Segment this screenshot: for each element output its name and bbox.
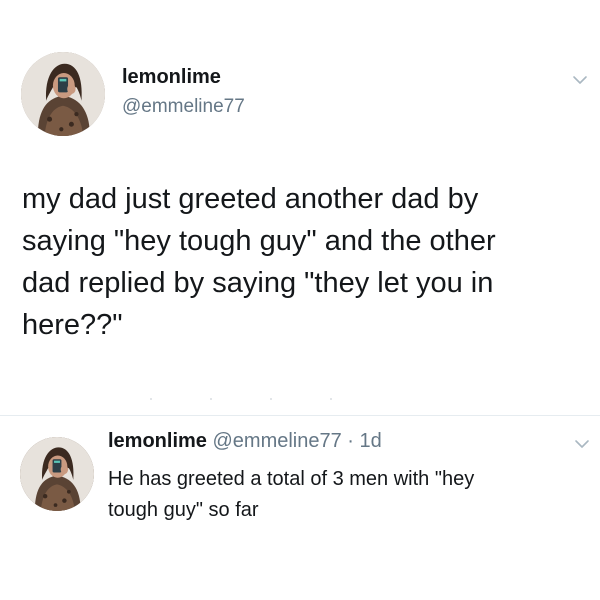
profile-photo-icon	[20, 437, 94, 511]
chevron-down-icon[interactable]	[572, 74, 588, 86]
reply-profile-avatar[interactable]	[20, 437, 94, 511]
divider	[0, 415, 600, 416]
tweet-thread: lemonlime @emmeline77 my dad just greete…	[0, 0, 600, 600]
profile-photo-icon	[21, 52, 105, 136]
tweet-text: my dad just greeted another dad by sayin…	[22, 183, 496, 341]
reply-timestamp[interactable]: 1d	[360, 430, 382, 452]
reply-text: He has greeted a total of 3 men with "he…	[108, 468, 475, 521]
reply-separator: ·	[347, 430, 354, 452]
reply-header: lemonlime @emmeline77 · 1d	[108, 430, 382, 453]
display-name[interactable]: lemonlime	[122, 66, 221, 89]
user-handle[interactable]: @emmeline77	[122, 96, 245, 118]
reply-display-name[interactable]: lemonlime	[108, 430, 207, 452]
profile-avatar[interactable]	[21, 52, 105, 136]
reply-user-handle[interactable]: @emmeline77	[212, 430, 341, 452]
action-bar-placeholder	[110, 398, 410, 402]
chevron-down-icon[interactable]	[574, 438, 590, 450]
